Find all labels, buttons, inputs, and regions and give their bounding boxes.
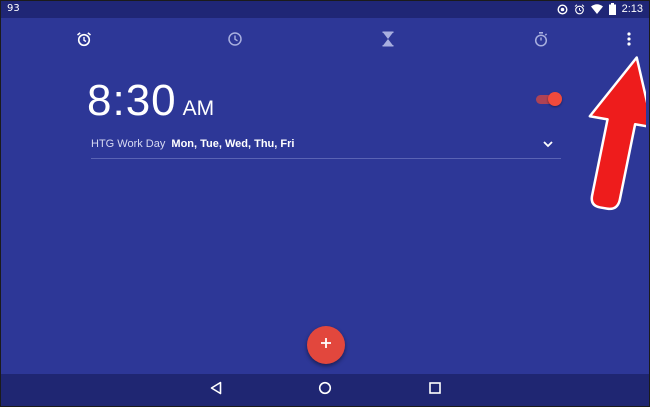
tab-stopwatch[interactable] bbox=[531, 29, 551, 49]
status-icons: 2:13 bbox=[557, 2, 643, 16]
more-vert-icon bbox=[626, 31, 632, 47]
alarm-toggle[interactable] bbox=[535, 91, 563, 107]
alarm-time[interactable]: 8:30 AM bbox=[87, 75, 214, 127]
back-button[interactable] bbox=[208, 381, 224, 400]
navigation-bar bbox=[1, 374, 649, 406]
sync-icon bbox=[557, 3, 568, 15]
alarm-days: Mon, Tue, Wed, Thu, Fri bbox=[171, 138, 295, 150]
alarm-clock-icon bbox=[76, 31, 92, 47]
add-alarm-button[interactable] bbox=[307, 326, 345, 364]
hourglass-icon bbox=[381, 31, 395, 47]
status-indicator: 93 bbox=[7, 3, 20, 14]
tab-alarm[interactable] bbox=[74, 29, 94, 49]
recents-icon bbox=[428, 381, 442, 400]
overflow-menu-button[interactable] bbox=[619, 29, 639, 49]
home-icon bbox=[318, 381, 332, 400]
alarm-time-digits: 8:30 bbox=[87, 76, 177, 125]
alarm-icon bbox=[574, 3, 585, 15]
alarm-ampm: AM bbox=[182, 97, 215, 120]
battery-icon bbox=[608, 3, 616, 15]
tab-timer[interactable] bbox=[378, 29, 398, 49]
status-time: 2:13 bbox=[621, 3, 643, 15]
plus-icon bbox=[320, 336, 332, 354]
expand-alarm-button[interactable] bbox=[541, 137, 555, 151]
tab-clock[interactable] bbox=[225, 29, 245, 49]
stopwatch-icon bbox=[533, 31, 549, 47]
back-icon bbox=[209, 381, 223, 400]
wifi-icon bbox=[590, 4, 603, 14]
clock-icon bbox=[227, 31, 243, 47]
clock-app-screen: 93 2:13 8:30 AM HTG Work Day Mon, Tue, W… bbox=[0, 0, 650, 407]
recents-button[interactable] bbox=[427, 381, 443, 400]
chevron-down-icon bbox=[541, 138, 555, 155]
status-bar: 93 2:13 bbox=[1, 1, 649, 18]
alarm-label: HTG Work Day bbox=[91, 138, 166, 150]
alarm-summary[interactable]: HTG Work Day Mon, Tue, Wed, Thu, Fri bbox=[91, 138, 294, 150]
toggle-thumb bbox=[548, 92, 562, 106]
tab-bar bbox=[1, 18, 649, 62]
home-button[interactable] bbox=[317, 381, 333, 400]
alarm-divider bbox=[91, 158, 561, 159]
annotation-arrow bbox=[566, 49, 649, 214]
